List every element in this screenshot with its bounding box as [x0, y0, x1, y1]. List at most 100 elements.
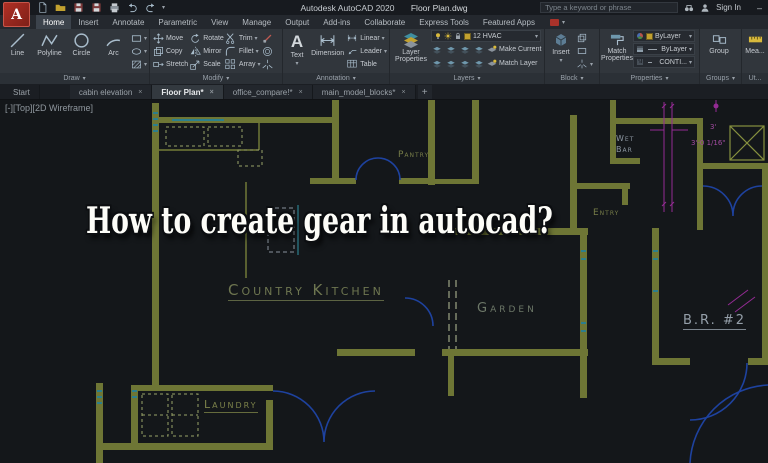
ellipse-tool[interactable]: ▾ [130, 45, 147, 57]
array-tool[interactable]: Array ▾ [225, 58, 261, 70]
viewport-controls[interactable]: [-][Top][2D Wireframe] [5, 103, 93, 113]
file-tab-floor-plan[interactable]: Floor Plan* × [152, 85, 224, 99]
panel-label-utilities[interactable]: Ut... [742, 73, 768, 84]
layer-color-swatch [464, 32, 471, 40]
stretch-tool[interactable]: Stretch [152, 58, 188, 70]
arc-tool[interactable]: Arc [98, 30, 129, 72]
color-wheel-icon [636, 32, 644, 40]
panel-label-modify[interactable]: Modify ▾ [150, 73, 282, 84]
circle-tool[interactable]: Circle [66, 30, 97, 72]
file-tab-cabin-elevation[interactable]: cabin elevation × [69, 85, 153, 99]
user-icon[interactable] [700, 3, 710, 13]
panel-label-properties[interactable]: Properties ▾ [600, 73, 699, 84]
linetype-dropdown[interactable]: CONTI... ▾ [633, 56, 695, 68]
undo-button[interactable] [126, 1, 139, 14]
lineweight-dropdown[interactable]: ByLayer ▾ [633, 43, 695, 55]
room-label-br2: B.R. #2 [683, 313, 747, 330]
layer-unlock-tool-icon[interactable] [445, 58, 457, 70]
ribbon-tab-view[interactable]: View [204, 15, 235, 29]
layer-off-icon[interactable] [473, 44, 485, 56]
layer-isolate-icon[interactable] [431, 44, 443, 56]
layer-unisolate-icon[interactable] [445, 44, 457, 56]
panel-label-layers[interactable]: Layers ▾ [390, 73, 544, 84]
panel-label-annotation[interactable]: Annotation ▾ [283, 73, 389, 84]
search-binoculars-icon[interactable] [684, 3, 694, 13]
line-tool[interactable]: Line [2, 30, 33, 72]
ribbon-tab-parametric[interactable]: Parametric [151, 15, 204, 29]
panel-label-block[interactable]: Block ▾ [545, 73, 599, 84]
edit-block-icon[interactable] [576, 45, 593, 57]
open-file-button[interactable] [54, 1, 67, 14]
ribbon-tab-addins[interactable]: Add-ins [316, 15, 357, 29]
ribbon-tab-insert[interactable]: Insert [71, 15, 105, 29]
dimension-tool[interactable]: Dimension [310, 30, 345, 72]
redo-button[interactable] [144, 1, 157, 14]
explode-tool[interactable] [262, 58, 274, 70]
save-button[interactable] [72, 1, 85, 14]
layer-dropdown[interactable]: 12 HVAC ▾ [431, 30, 541, 42]
leader-tool[interactable]: Leader ▾ [346, 45, 387, 57]
erase-tool[interactable] [262, 32, 274, 44]
trim-tool[interactable]: Trim ▾ [225, 32, 261, 44]
panel-label-draw[interactable]: Draw ▾ [0, 73, 149, 84]
panel-label-groups[interactable]: Groups ▾ [700, 73, 741, 84]
app-store-icon[interactable] [549, 18, 559, 26]
plot-button[interactable] [108, 1, 121, 14]
new-drawing-tab-button[interactable]: + [417, 85, 432, 99]
mirror-tool[interactable]: Mirror [189, 45, 224, 57]
save-as-button[interactable] [90, 1, 103, 14]
file-tab-start[interactable]: Start [4, 85, 40, 99]
hatch-tool[interactable]: ▾ [130, 58, 147, 70]
close-icon[interactable]: × [402, 89, 406, 96]
object-color-dropdown[interactable]: ByLayer ▾ [633, 30, 695, 42]
drawing-canvas[interactable]: [-][Top][2D Wireframe] Pantry Country Ki… [0, 100, 768, 463]
linear-tool[interactable]: Linear ▾ [346, 32, 387, 44]
ribbon-tab-output[interactable]: Output [278, 15, 316, 29]
table-tool[interactable]: Table [346, 58, 387, 70]
br2-walls [652, 228, 768, 463]
sign-in-button[interactable]: Sign In [716, 3, 741, 12]
close-icon[interactable]: × [299, 89, 303, 96]
fillet-tool[interactable]: Fillet ▾ [225, 45, 261, 57]
scale-tool[interactable]: Scale [189, 58, 224, 70]
move-tool[interactable]: Move [152, 32, 188, 44]
block-attributes-icon[interactable]: ▾ [576, 58, 593, 70]
match-layer-button[interactable]: Match Layer [487, 58, 538, 70]
rectangle-tool[interactable]: ▾ [130, 32, 147, 44]
layer-freeze-icon[interactable] [459, 44, 471, 56]
layer-lock-tool-icon[interactable] [431, 58, 443, 70]
polyline-tool[interactable]: Polyline [34, 30, 65, 72]
copy-tool[interactable]: Copy [152, 45, 188, 57]
ribbon-tab-annotate[interactable]: Annotate [105, 15, 151, 29]
layer-merge-icon[interactable] [473, 58, 485, 70]
panel-modify: Move Copy Stretch Rotate Mirror Scale Tr… [150, 29, 283, 84]
autocad-logo[interactable]: A [3, 2, 30, 27]
measure-button[interactable]: Mea... [744, 30, 766, 72]
file-tab-main-model-blocks[interactable]: main_model_blocks* × [312, 85, 416, 99]
ribbon-tab-home[interactable]: Home [36, 15, 72, 29]
ribbon-tab-express-tools[interactable]: Express Tools [412, 15, 476, 29]
layer-walk-icon[interactable] [459, 58, 471, 70]
make-current-button[interactable]: Make Current [487, 44, 541, 56]
ribbon-options-chevron-icon[interactable]: ▾ [562, 19, 565, 26]
qat-dropdown-chevron-icon[interactable]: ▾ [162, 4, 165, 11]
create-block-icon[interactable] [576, 32, 593, 44]
close-icon[interactable]: × [138, 89, 142, 96]
minimize-button[interactable]: – [757, 3, 762, 13]
ribbon-tab-collaborate[interactable]: Collaborate [357, 15, 412, 29]
ribbon-tab-manage[interactable]: Manage [235, 15, 278, 29]
file-tab-office-compare[interactable]: office_compare!* × [223, 85, 313, 99]
rotate-tool[interactable]: Rotate [189, 32, 224, 44]
ribbon-tab-featured-apps[interactable]: Featured Apps [476, 15, 542, 29]
insert-block-button[interactable]: Insert ▾ [547, 30, 575, 72]
offset-tool[interactable] [262, 45, 274, 57]
chevron-down-icon: ▾ [82, 76, 86, 82]
match-properties-button[interactable]: Match Properties [601, 30, 633, 72]
chevron-down-icon: ▾ [688, 59, 692, 66]
text-tool[interactable]: A Text ▾ [285, 30, 309, 72]
search-input[interactable] [540, 2, 679, 13]
layer-properties-button[interactable]: Layer Properties [392, 30, 430, 72]
close-icon[interactable]: × [210, 89, 214, 96]
group-button[interactable]: Group [702, 30, 736, 72]
new-file-button[interactable] [36, 1, 49, 14]
